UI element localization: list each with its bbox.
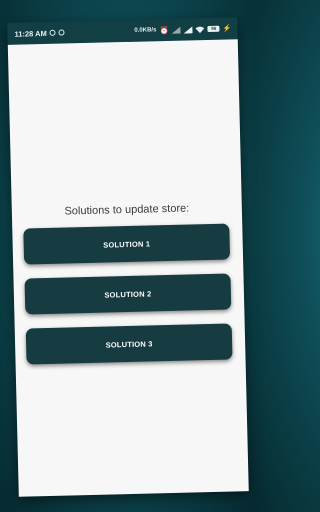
signal-icon	[171, 26, 181, 34]
notification-icon	[58, 29, 65, 36]
solution-3-label: SOLUTION 3	[105, 338, 153, 350]
status-left: 11:28 AM	[14, 28, 65, 39]
phone-screen: 11:28 AM 0.0KB/s ⏰ 96 ⚡ Solutions to upd…	[7, 17, 249, 497]
status-right: 0.0KB/s ⏰ 96 ⚡	[134, 24, 231, 35]
solution-1-button[interactable]: SOLUTION 1	[23, 223, 231, 265]
solution-1-label: SOLUTION 1	[103, 238, 151, 250]
signal-icon-2	[183, 25, 193, 34]
charging-icon: ⚡	[222, 25, 232, 33]
wifi-icon	[195, 26, 205, 33]
page-title: Solutions to update store:	[64, 202, 190, 218]
solution-3-button[interactable]: SOLUTION 3	[25, 323, 233, 365]
solution-2-button[interactable]: SOLUTION 2	[24, 273, 232, 315]
solution-2-label: SOLUTION 2	[104, 288, 152, 300]
network-speed: 0.0KB/s	[134, 27, 157, 34]
sync-icon	[49, 29, 56, 36]
status-time: 11:28 AM	[14, 28, 47, 39]
alarm-icon: ⏰	[159, 25, 169, 35]
battery-icon: 96	[207, 25, 220, 32]
main-content: Solutions to update store: SOLUTION 1 SO…	[7, 39, 249, 497]
